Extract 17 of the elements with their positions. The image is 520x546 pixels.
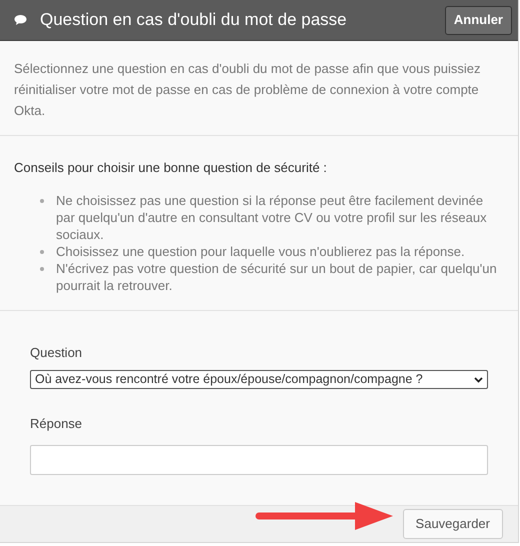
question-select[interactable]: Où avez-vous rencontré votre époux/épouse/compagnon/compagne ? [30, 370, 488, 389]
bullet-icon [40, 198, 44, 202]
bullet-icon [40, 250, 44, 254]
speech-bubble-icon [14, 14, 27, 26]
question-label: Question [30, 344, 84, 362]
tip-text: N'écrivez pas votre question de sécurité sur un bout de papier, car quelqu'un pourrait la retrouver. [56, 260, 498, 294]
save-button[interactable]: Sauvegarder [402, 508, 503, 539]
dialog-title: Question en cas d'oubli du mot de passe [40, 9, 348, 32]
tip-text: Ne choisissez pas une question si la réponse peut être facilement devinée par quelqu'un d'autre en consultant votre CV ou votre profil sur les réseaux sociaux. [56, 192, 488, 242]
bullet-icon [40, 266, 44, 270]
tips-heading: Conseils pour choisir une bonne question de sécurité : [14, 159, 328, 177]
tip-text: Choisissez une question pour laquelle vous n'oublierez pas la réponse. [56, 242, 465, 260]
intro-text: Sélectionnez une question en cas d'oubli du mot de passe afin que vous puissiez réinitialiser votre mot de passe en cas de problème de connexion à votre compte Okta. [14, 60, 482, 120]
cancel-button[interactable]: Annuler [444, 6, 512, 34]
answer-field[interactable] [30, 444, 488, 474]
answer-label: Réponse [30, 415, 84, 433]
chevron-down-icon [474, 376, 483, 382]
